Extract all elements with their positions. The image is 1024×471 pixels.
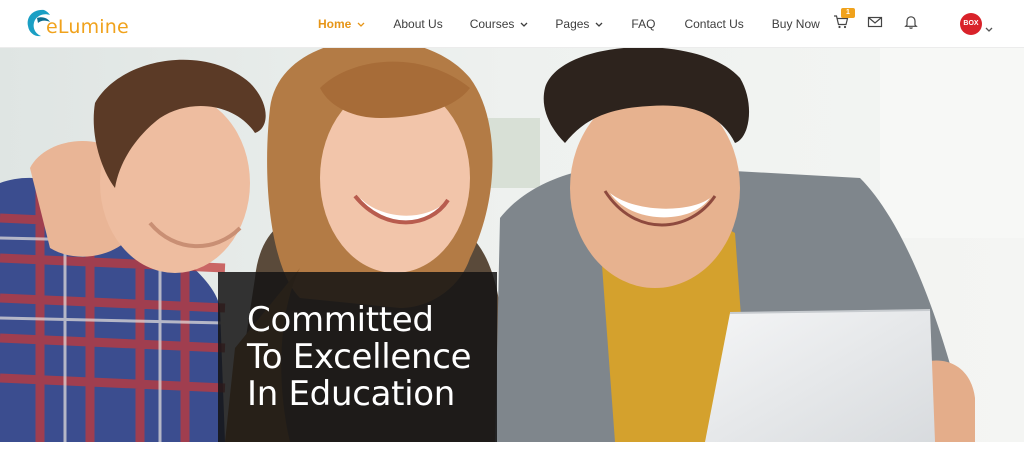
bell-icon[interactable] [903, 14, 921, 32]
nav-item-home[interactable]: Home [318, 17, 365, 31]
hero-banner: Committed To Excellence In Education [0, 48, 1024, 442]
hero-text-panel: Committed To Excellence In Education [218, 272, 497, 442]
nav-item-about-us-label: About Us [393, 17, 443, 31]
main-nav: Home About Us Courses Pages FAQ Contact … [318, 0, 820, 48]
nav-item-home-label: Home [318, 17, 352, 31]
chevron-down-icon [357, 22, 365, 27]
hero-headline-line-2: To Excellence [247, 337, 472, 377]
nav-item-buy-now-label: Buy Now [771, 17, 820, 31]
hero-photo [0, 48, 1024, 442]
chevron-down-icon [595, 22, 603, 27]
brand-logo[interactable]: eLumine [24, 6, 129, 42]
nav-item-buy-now[interactable]: Buy Now [772, 17, 820, 31]
avatar[interactable]: BOX [960, 13, 982, 35]
site-header: eLumine Home About Us Courses Pages FAQ [0, 0, 1024, 48]
mail-icon[interactable] [867, 14, 885, 32]
nav-item-courses[interactable]: Courses [470, 17, 529, 31]
chevron-down-icon [520, 22, 528, 27]
brand-name: eLumine [46, 16, 129, 38]
hero-headline-line-3: In Education [247, 374, 456, 414]
hero-headline: Committed To Excellence In Education [247, 300, 472, 414]
nav-item-contact-us[interactable]: Contact Us [684, 17, 743, 31]
nav-item-contact-us-label: Contact Us [684, 17, 744, 31]
nav-item-pages[interactable]: Pages [555, 17, 603, 31]
nav-item-faq[interactable]: FAQ [631, 17, 655, 31]
nav-item-pages-label: Pages [555, 17, 590, 31]
nav-item-about-us[interactable]: About Us [393, 17, 442, 31]
nav-item-faq-label: FAQ [631, 17, 656, 31]
chevron-down-icon[interactable] [985, 19, 993, 37]
avatar-label: BOX [963, 20, 979, 27]
cart-count-badge: 1 [841, 8, 855, 18]
nav-item-courses-label: Courses [469, 17, 515, 31]
hero-headline-line-1: Committed [247, 300, 434, 340]
